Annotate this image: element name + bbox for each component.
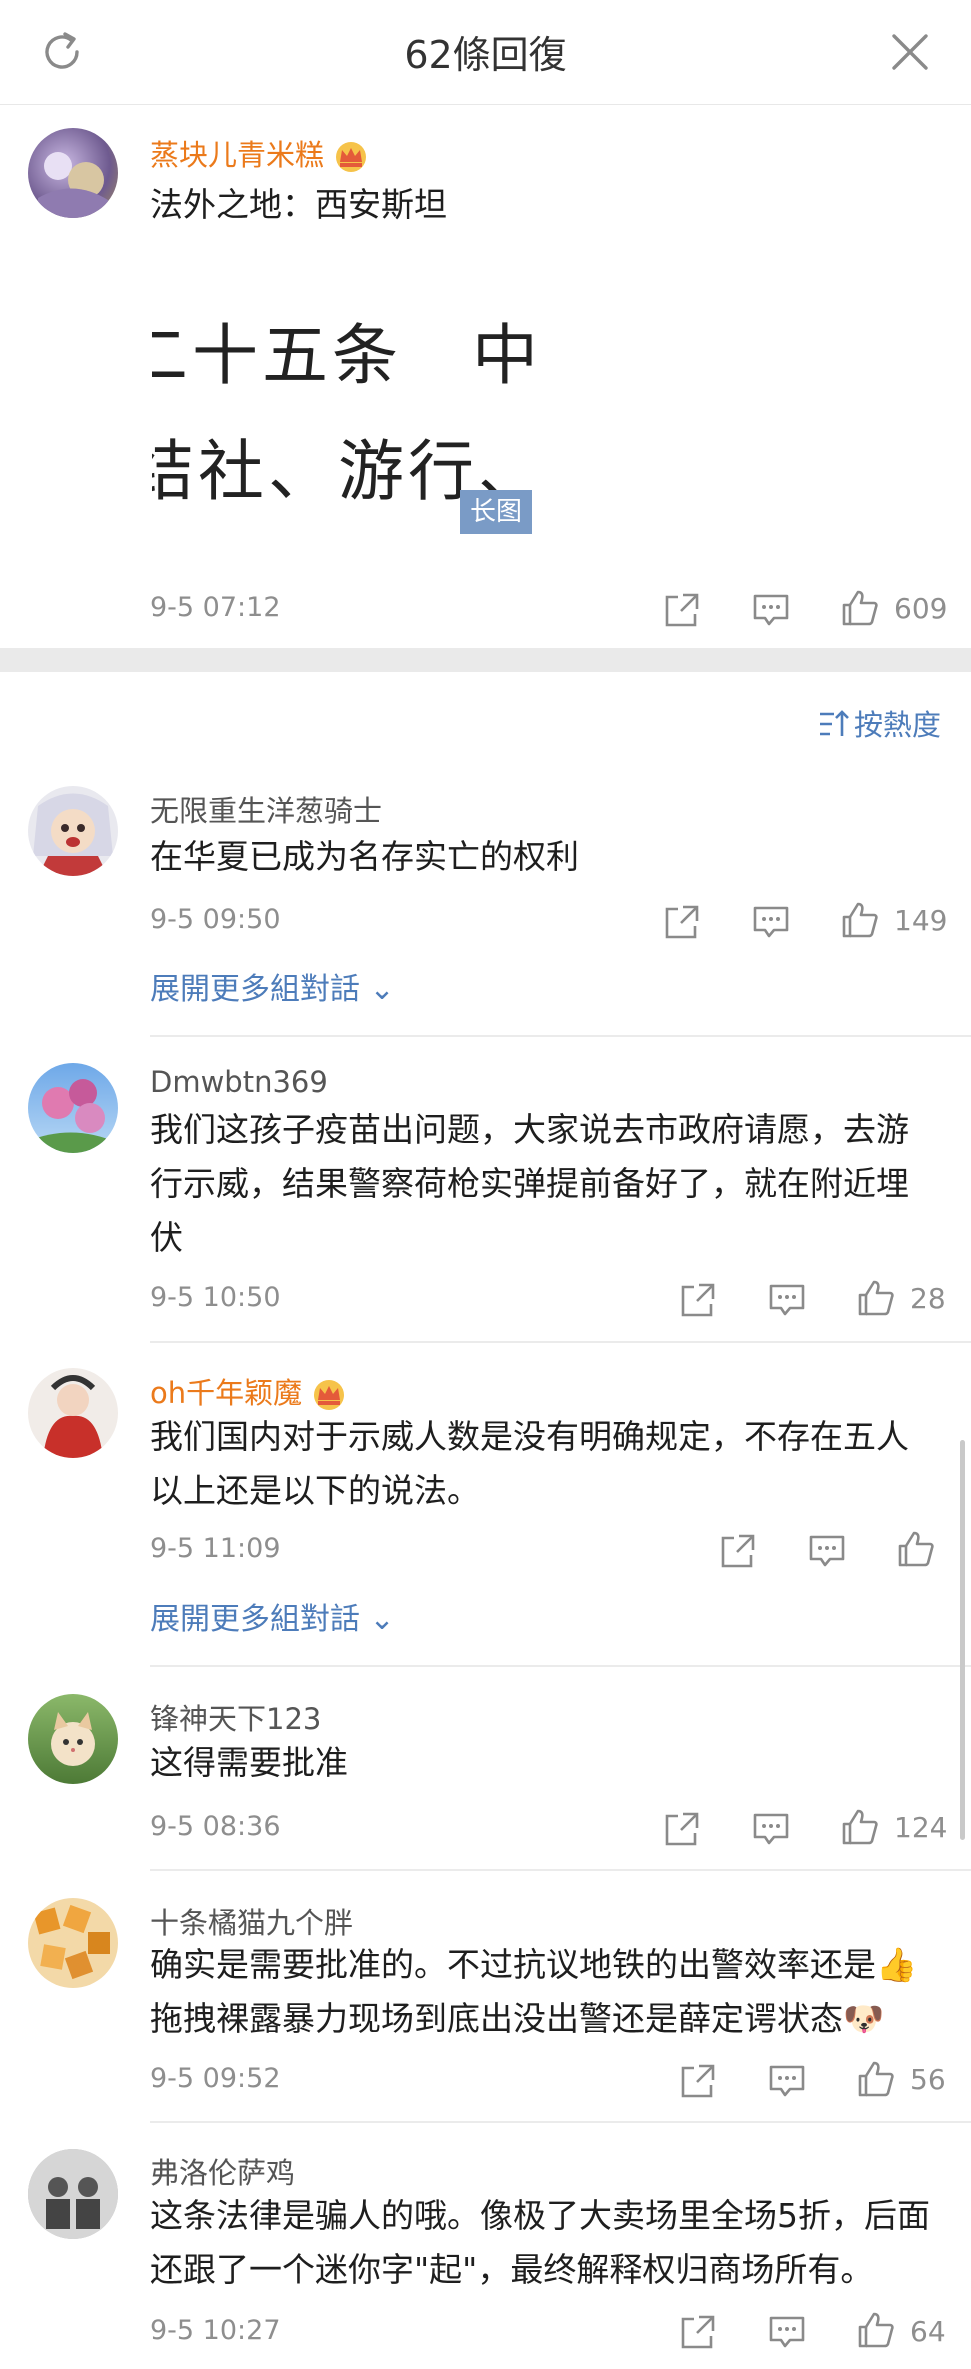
divider [150, 1035, 971, 1037]
like-count: 149 [894, 904, 948, 937]
commenter-name[interactable]: 蒸块儿青米糕 [150, 132, 370, 174]
comment-text: 还跟了一个迷你字"起"，最终解释权归商场所有。 [150, 2250, 874, 2289]
close-icon[interactable] [888, 30, 932, 74]
comment-icon[interactable] [768, 1281, 806, 1319]
commenter-name[interactable]: 弗洛伦萨鸡 [150, 2150, 295, 2192]
comment-icon[interactable] [752, 591, 790, 629]
share-icon[interactable] [679, 2062, 717, 2100]
share-icon[interactable] [663, 903, 701, 941]
comment-text: 伏 [150, 1218, 183, 1257]
share-icon[interactable] [663, 591, 701, 629]
comment-icon[interactable] [768, 2062, 806, 2100]
comment-text: 我们这孩子疫苗出问题，大家说去市政府请愿，去游 [150, 1110, 909, 1149]
divider [150, 2121, 971, 2123]
comment-icon[interactable] [808, 1532, 846, 1570]
commenter-name[interactable]: oh千年颖魔 [150, 1370, 348, 1412]
like-count: 609 [894, 592, 948, 625]
long-image[interactable]: 二十五条 中华人 结社、游行、示威 [152, 280, 536, 520]
avatar[interactable] [28, 1898, 118, 1988]
comment-text: 这条法律是骗人的哦。像极了大卖场里全场5折，后面 [150, 2196, 930, 2235]
chevron-down-icon: ⌄ [360, 1602, 395, 1637]
divider [150, 1665, 971, 1667]
comment-text: 这得需要批准 [150, 1743, 348, 1782]
like-icon[interactable] [841, 901, 879, 939]
share-icon[interactable] [719, 1532, 757, 1570]
share-icon[interactable] [679, 1281, 717, 1319]
like-icon[interactable] [857, 2060, 895, 2098]
long-image-badge: 长图 [460, 490, 532, 534]
crown-icon [332, 140, 370, 174]
commenter-name[interactable]: 锋神天下123 [150, 1696, 321, 1738]
comment-text: 在华夏已成为名存实亡的权利 [150, 837, 579, 876]
comment-icon[interactable] [752, 903, 790, 941]
like-count: 28 [910, 1282, 946, 1315]
like-icon[interactable] [841, 589, 879, 627]
comment-text: 我们国内对于示威人数是没有明确规定，不存在五人 [150, 1417, 909, 1456]
comment-time: 9-5 08:36 [150, 1811, 281, 1842]
chevron-down-icon: ⌄ [360, 972, 395, 1007]
expand-conversation-link[interactable]: 展開更多組對話 ⌄ [150, 1594, 395, 1638]
like-icon[interactable] [857, 2311, 895, 2349]
like-count: 124 [894, 1811, 948, 1844]
comment-text: 拖拽裸露暴力现场到底出没出警还是薛定谔状态🐶 [150, 1999, 885, 2038]
like-icon[interactable] [897, 1530, 935, 1568]
like-count: 64 [910, 2315, 946, 2348]
avatar[interactable] [28, 1694, 118, 1784]
divider [150, 1869, 971, 1871]
comment-time: 9-5 09:50 [150, 904, 281, 935]
avatar[interactable] [28, 2149, 118, 2239]
sort-by-heat-button[interactable]: 按熱度 [818, 702, 941, 744]
commenter-name[interactable]: 十条橘猫九个胖 [150, 1900, 353, 1942]
top-bar: 62條回復 [0, 0, 971, 105]
avatar[interactable] [28, 128, 118, 218]
comment-time: 9-5 07:12 [150, 592, 281, 623]
comment-text: 法外之地：西安斯坦 [150, 185, 447, 224]
comment-text: 行示威，结果警察荷枪实弹提前备好了，就在附近埋 [150, 1164, 909, 1203]
comment-text: 确实是需要批准的。不过抗议地铁的出警效率还是👍 [150, 1945, 918, 1984]
like-icon[interactable] [841, 1808, 879, 1846]
image-text-line: 二十五条 中华人 [152, 317, 536, 394]
scrollbar[interactable] [960, 1440, 965, 1840]
share-icon[interactable] [679, 2313, 717, 2351]
crown-icon [310, 1378, 348, 1412]
avatar[interactable] [28, 1368, 118, 1458]
divider [150, 1341, 971, 1343]
commenter-name[interactable]: Dmwbtn369 [150, 1065, 328, 1099]
page-title: 62條回復 [404, 33, 567, 77]
share-icon[interactable] [663, 1810, 701, 1848]
comment-icon[interactable] [752, 1810, 790, 1848]
comment-text: 以上还是以下的说法。 [150, 1471, 480, 1510]
avatar[interactable] [28, 786, 118, 876]
comment-time: 9-5 10:27 [150, 2315, 281, 2346]
sort-icon [820, 710, 849, 736]
comment-icon[interactable] [768, 2313, 806, 2351]
commenter-name[interactable]: 无限重生洋葱骑士 [150, 788, 382, 830]
comment-time: 9-5 10:50 [150, 1282, 281, 1313]
like-icon[interactable] [857, 1279, 895, 1317]
comment-time: 9-5 11:09 [150, 1533, 281, 1564]
like-count: 56 [910, 2063, 946, 2096]
section-divider [0, 648, 971, 672]
expand-conversation-link[interactable]: 展開更多組對話 ⌄ [150, 964, 395, 1008]
comment-time: 9-5 09:52 [150, 2063, 281, 2094]
avatar[interactable] [28, 1063, 118, 1153]
